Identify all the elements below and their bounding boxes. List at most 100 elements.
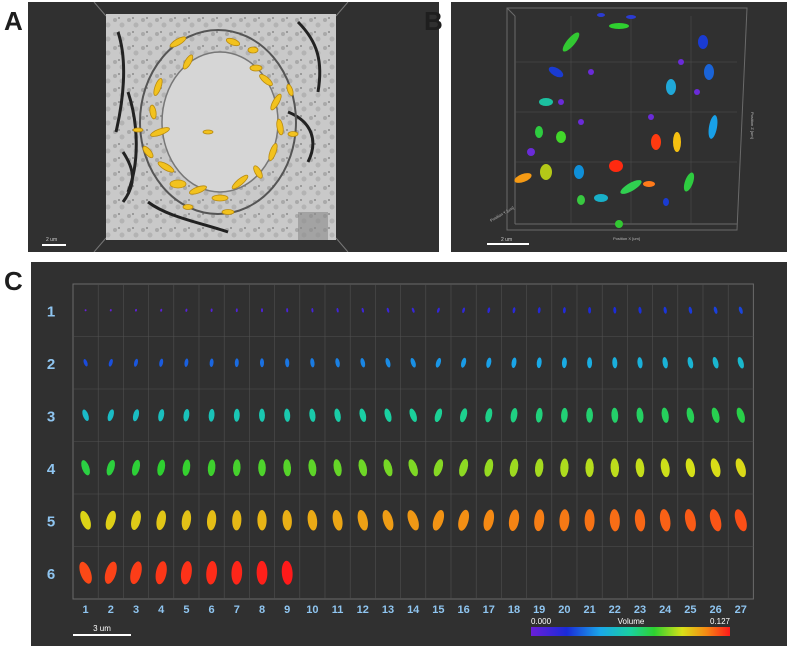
mito-model xyxy=(659,509,671,532)
mito-model xyxy=(385,358,391,368)
mito-model xyxy=(80,510,91,530)
row-labels: 1 2 3 4 5 6 xyxy=(47,303,56,583)
mito-model xyxy=(408,459,418,477)
mito-model xyxy=(710,458,721,478)
panel-b-label: B xyxy=(424,6,443,36)
mito-model xyxy=(284,408,291,422)
column-label: 2 xyxy=(108,604,114,616)
panel-a-scalebar-label: 2 um xyxy=(46,237,57,243)
mito-model xyxy=(535,407,543,423)
mito-model xyxy=(635,458,645,478)
mito-model xyxy=(462,307,466,313)
column-label: 3 xyxy=(133,604,139,616)
mito-model xyxy=(160,308,163,312)
mito-model xyxy=(435,357,442,368)
mito-model xyxy=(233,408,240,422)
mito-model xyxy=(286,308,289,313)
mito-model xyxy=(662,357,668,369)
mito-model xyxy=(184,358,189,367)
mito-model xyxy=(636,407,644,423)
mito-model xyxy=(612,357,618,369)
mito-model xyxy=(735,458,746,478)
column-label: 5 xyxy=(183,604,189,616)
mito-model xyxy=(686,407,695,423)
mito-model xyxy=(285,358,290,368)
row-label: 6 xyxy=(47,566,55,583)
mito-model xyxy=(259,358,265,368)
mito-model xyxy=(613,306,617,314)
mito-model xyxy=(559,509,570,532)
column-label: 6 xyxy=(209,604,215,616)
mito-model xyxy=(206,510,217,531)
mito-model xyxy=(209,358,214,368)
mito-model xyxy=(458,509,470,531)
mito-model xyxy=(713,306,718,314)
mito-model xyxy=(282,509,292,531)
mito-model xyxy=(182,459,191,476)
mito-model xyxy=(486,357,492,368)
panel-b-scalebar-label: 2 um xyxy=(501,237,512,243)
mito-model xyxy=(159,358,164,367)
mito-model xyxy=(588,306,592,314)
mito-model xyxy=(687,357,694,369)
volume-colorbar xyxy=(531,627,730,636)
mito-model xyxy=(206,560,217,585)
column-label: 19 xyxy=(533,604,545,616)
column-label: 26 xyxy=(709,604,721,616)
panel-b: 2 um Position X [um] Position Y [um] Pos… xyxy=(451,2,787,252)
column-label: 4 xyxy=(158,604,165,616)
panel-b-image: 2 um Position X [um] Position Y [um] Pos… xyxy=(487,7,755,245)
axis-x-title: Position X [um] xyxy=(613,236,640,241)
volume-gallery: 123456 1 2 3 4 5 6 7 8 9 10 11 12 13 14 15 16 17 18 19 20 21… xyxy=(47,283,754,636)
mito-model xyxy=(663,306,667,314)
mito-model xyxy=(510,408,518,423)
mito-model xyxy=(208,408,215,422)
column-label: 23 xyxy=(634,604,646,616)
mito-model xyxy=(483,509,495,531)
mito-model xyxy=(433,459,444,477)
colorbar-min: 0.000 xyxy=(531,617,552,626)
mito-model xyxy=(185,308,188,312)
mito-model xyxy=(232,510,242,531)
mito-model xyxy=(508,509,520,532)
colorbar-max: 0.127 xyxy=(710,617,731,626)
mito-model xyxy=(410,357,416,368)
row-label: 3 xyxy=(47,408,55,425)
mito-model xyxy=(235,308,238,313)
mito-model xyxy=(130,561,142,585)
mito-model xyxy=(158,409,165,422)
mito-model xyxy=(537,307,541,314)
column-labels: 1 2 3 4 5 6 7 8 9 10 11 12 13 14 15 16 17 18 19 20 21 22 23 24 2… xyxy=(83,604,747,616)
mito-model xyxy=(83,359,88,367)
mito-model xyxy=(411,307,415,313)
mito-model xyxy=(737,357,744,369)
mito-model xyxy=(736,407,745,423)
mito-model xyxy=(512,307,516,314)
axis-y-title: Position Y [um] xyxy=(489,205,515,223)
column-label: 1 xyxy=(83,604,89,616)
column-label: 15 xyxy=(432,604,444,616)
colorbar-title: Volume xyxy=(618,617,645,626)
mito-model xyxy=(231,560,243,585)
mito-model xyxy=(108,358,113,367)
mito-model xyxy=(383,459,393,477)
row-label: 1 xyxy=(47,303,55,320)
mito-model xyxy=(335,358,340,368)
mito-model xyxy=(207,459,216,477)
panel-a: 2 um xyxy=(28,2,439,252)
mito-model xyxy=(233,459,241,477)
mito-model xyxy=(734,509,747,532)
mito-model xyxy=(534,458,544,477)
mito-model xyxy=(484,458,494,477)
column-label: 11 xyxy=(332,604,344,616)
mito-model xyxy=(434,408,443,423)
mito-model xyxy=(283,459,292,477)
mito-model xyxy=(562,307,566,314)
column-label: 9 xyxy=(284,604,290,616)
gallery-mitochondria xyxy=(79,306,747,585)
column-label: 21 xyxy=(583,604,595,616)
row-label: 4 xyxy=(47,461,56,478)
column-label: 12 xyxy=(357,604,369,616)
mito-model xyxy=(738,306,743,314)
mito-model xyxy=(260,308,264,313)
